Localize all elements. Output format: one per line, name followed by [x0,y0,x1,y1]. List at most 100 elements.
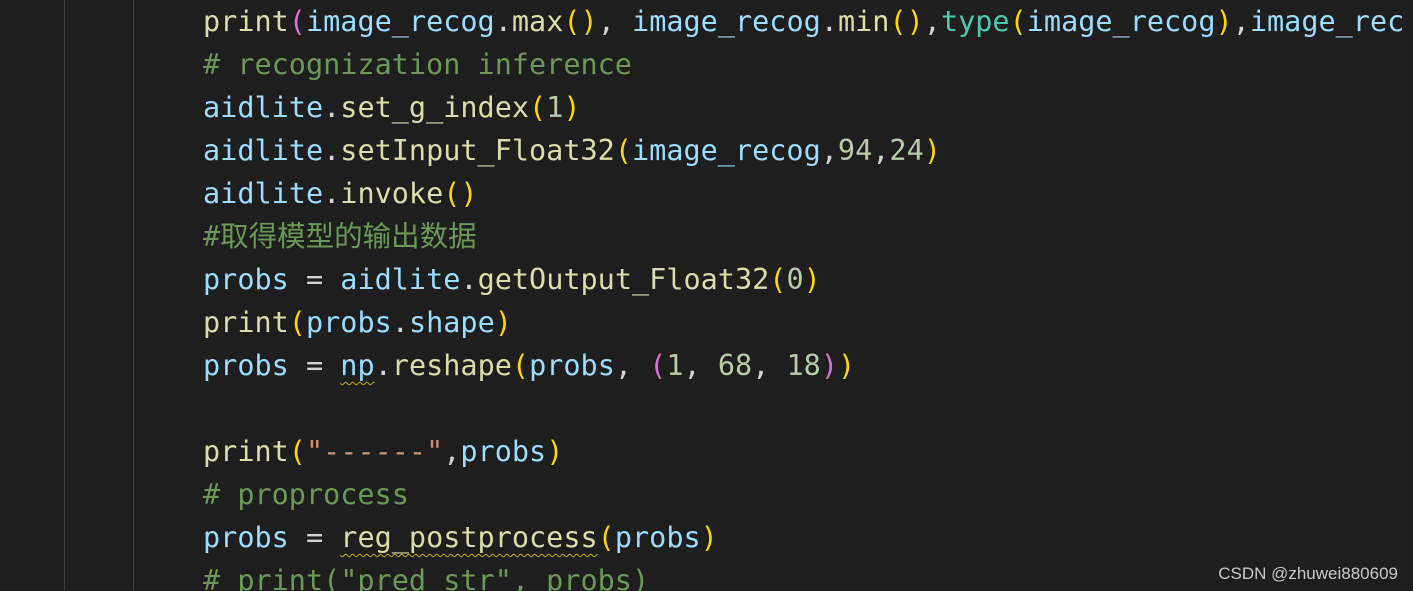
code-token: aidlite [340,263,461,296]
code-token: probs [203,349,289,382]
code-token: print [203,306,289,339]
code-token: ) [546,435,564,468]
code-token: aidlite [203,134,324,167]
code-token: ) [838,349,856,382]
code-line[interactable]: probs = reg_postprocess(probs) [203,516,718,559]
code-token: . [323,177,341,210]
indent-guide [133,0,134,591]
code-token: ( [769,263,787,296]
code-line[interactable]: aidlite.setInput_Float32(image_recog,94,… [203,129,941,172]
code-line[interactable]: # proprocess [203,473,409,516]
code-token: print [203,435,289,468]
code-token: "------" [305,435,444,468]
code-token: = [288,521,341,554]
code-token: , [597,5,633,38]
code-token: = [288,263,341,296]
code-token: image_recog [1026,5,1216,38]
code-token: invoke [340,177,444,210]
code-line[interactable]: aidlite.invoke() [203,172,478,215]
code-token: . [391,306,409,339]
code-token: () [443,177,478,210]
code-token: () [563,5,598,38]
code-line[interactable]: print("------",probs) [203,430,563,473]
code-token: probs [529,349,615,382]
code-token: #取得模型的输出数据 [203,220,477,253]
code-token: probs [305,306,392,339]
code-token: 1 [546,91,564,124]
code-token: ) [923,134,941,167]
indent-guide [64,0,65,591]
code-token: ( [529,91,547,124]
code-token: reg_postprocess [340,521,598,554]
code-token: . [820,5,838,38]
code-token: ( [614,134,632,167]
code-token: ) [1215,5,1233,38]
code-token: aidlite [203,91,324,124]
code-token: 1 [666,349,684,382]
code-token: = [288,349,341,382]
code-token: ( [288,306,306,339]
code-line[interactable]: probs = np.reshape(probs, (1, 68, 18)) [203,344,855,387]
code-token: ) [803,263,821,296]
code-token: ( [649,349,667,382]
code-token: type [940,5,1010,38]
code-token: , [1232,5,1250,38]
code-token: image_recog [632,5,821,38]
code-token: reshape [391,349,512,382]
code-line[interactable]: probs = aidlite.getOutput_Float32(0) [203,258,821,301]
code-token: ) [563,91,581,124]
code-token: , [923,5,941,38]
code-token: set_g_index [340,91,530,124]
code-token: , [820,134,838,167]
code-token: aidlite [203,177,324,210]
code-token: , [614,349,650,382]
code-token: # proprocess [203,478,409,511]
code-line[interactable]: # print("pred_str", probs) [203,559,649,591]
code-token: ) [820,349,839,382]
code-token: shape [408,306,495,339]
code-token: , [443,435,461,468]
code-token: 94 [837,134,873,167]
code-token: . [374,349,392,382]
code-token: ) [700,521,718,554]
code-token: , [752,349,787,382]
code-token: probs [203,263,289,296]
code-token: image_rec [1249,5,1405,38]
code-token: , [872,134,890,167]
code-token: . [323,91,341,124]
code-token: ( [511,349,530,382]
code-token: min [837,5,890,38]
code-token: image_recog [305,5,495,38]
code-line[interactable]: aidlite.set_g_index(1) [203,86,581,129]
code-token: probs [203,521,289,554]
code-token: 24 [889,134,924,167]
watermark: CSDN @zhuwei880609 [1218,564,1398,583]
code-token: probs [460,435,547,468]
code-line[interactable]: # recognization inference [203,43,632,86]
code-token: . [494,5,512,38]
code-token: getOutput_Float32 [477,263,770,296]
code-token: image_recog [632,134,821,167]
code-token: . [460,263,478,296]
code-token: 18 [786,349,821,382]
code-line[interactable]: #取得模型的输出数据 [203,215,477,258]
code-token: ( [597,521,615,554]
code-token: 0 [786,263,804,296]
code-token: # print("pred_str", probs) [203,564,650,591]
code-token: . [323,134,341,167]
code-token: ) [494,306,512,339]
code-token: , [683,349,718,382]
code-token: () [889,5,924,38]
code-token: np [340,349,375,382]
code-line[interactable]: print(probs.shape) [203,301,512,344]
code-token: ( [1009,5,1027,38]
code-line[interactable]: print(image_recog.max(), image_recog.min… [203,0,1404,43]
code-token: ( [288,435,306,468]
code-token: # recognization inference [203,48,632,81]
code-token: setInput_Float32 [340,134,615,167]
code-token: ( [288,5,306,38]
code-editor[interactable]: print(image_recog.max(), image_recog.min… [0,0,1413,591]
code-token: max [511,5,564,38]
code-token: print [203,5,289,38]
code-token: probs [614,521,701,554]
